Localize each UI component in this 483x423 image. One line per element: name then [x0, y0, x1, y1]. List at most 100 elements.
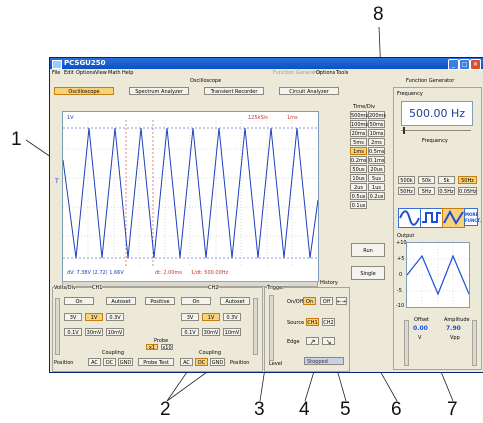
fg-range-500k[interactable]: 500k — [398, 176, 415, 184]
menu-options-right[interactable]: Options — [316, 69, 335, 77]
timebase-0.1ms[interactable]: 0.1ms — [368, 156, 385, 164]
ch1-volt-1v[interactable]: 1V — [85, 313, 103, 321]
timebase-label: Time/Div — [353, 104, 376, 110]
timebase-0.5ms[interactable]: 0.5ms — [368, 147, 385, 155]
timebase-1ms[interactable]: 1ms — [350, 147, 367, 155]
fg-axis-minus5: -5 — [397, 288, 402, 294]
ch2-on-button[interactable]: On — [181, 297, 211, 305]
coupling-ch1-label: Coupling — [102, 350, 125, 356]
run-button[interactable]: Run — [351, 243, 385, 257]
tab-circuit-analyzer[interactable]: Circuit Analyzer — [279, 87, 339, 95]
fg-range-50k[interactable]: 50k — [418, 176, 435, 184]
fg-range-0.05hz[interactable]: 0.05Hz — [458, 187, 477, 195]
menu-options[interactable]: Options — [76, 69, 95, 77]
ch1-autoset-button[interactable]: Autoset — [106, 297, 136, 305]
square-wave-icon[interactable] — [420, 208, 443, 228]
ch1-on-button[interactable]: On — [64, 297, 94, 305]
trigger-step-button[interactable]: ⇤⇥ — [336, 297, 347, 305]
app-icon — [52, 60, 62, 69]
tab-transient-recorder[interactable]: Transient Recorder — [204, 87, 264, 95]
timebase-10ms[interactable]: 10ms — [368, 129, 385, 137]
ch1-coupling-ac[interactable]: AC — [88, 358, 101, 366]
ch2-volt-3v[interactable]: 3V — [181, 313, 199, 321]
timebase-0.2ms[interactable]: 0.2ms — [350, 156, 367, 164]
timebase-20us[interactable]: 20us — [368, 165, 385, 173]
ch1-position-slider[interactable] — [55, 298, 60, 355]
ch2-coupling-gnd[interactable]: GND — [210, 358, 225, 366]
fg-amplitude-slider[interactable] — [472, 320, 477, 366]
ch1-volt-10mv[interactable]: 10mV — [106, 328, 124, 336]
ch2-coupling-ac[interactable]: AC — [180, 358, 193, 366]
tab-spectrum-analyzer[interactable]: Spectrum Analyzer — [129, 87, 189, 95]
timebase-20ms[interactable]: 20ms — [350, 129, 367, 137]
fg-range-50hz-b[interactable]: 50Hz — [398, 187, 415, 195]
ch2-volt-0.1v[interactable]: 0.1V — [181, 328, 199, 336]
ch2-volt-30mv[interactable]: 30mV — [202, 328, 220, 336]
timebase-1us[interactable]: 1us — [368, 183, 385, 191]
timebase-100ms[interactable]: 100ms — [350, 120, 368, 128]
timebase-5us[interactable]: 5us — [368, 174, 385, 182]
menu-edit[interactable]: Edit — [64, 69, 74, 77]
trigger-source-ch2[interactable]: CH2 — [322, 318, 335, 326]
triangle-wave-icon[interactable] — [442, 208, 465, 228]
timebase-2us[interactable]: 2us — [350, 183, 367, 191]
ch1-volt-0.3v[interactable]: 0.3V — [106, 313, 124, 321]
fg-frequency-slider[interactable] — [401, 130, 471, 131]
ch2-volt-1v[interactable]: 1V — [202, 313, 220, 321]
fg-range-50hz[interactable]: 50Hz — [458, 176, 477, 184]
ch2-volt-0.3v[interactable]: 0.3V — [223, 313, 241, 321]
trigger-off-button[interactable]: Off — [320, 297, 333, 305]
fg-range-5hz[interactable]: 5Hz — [418, 187, 435, 195]
menu-math[interactable]: Math — [108, 69, 121, 77]
timebase-10us[interactable]: 10us — [350, 174, 367, 182]
sine-wave-icon[interactable] — [398, 208, 421, 228]
fg-frequency-slider-thumb[interactable] — [403, 127, 405, 134]
tab-oscilloscope[interactable]: Oscilloscope — [54, 87, 114, 95]
fg-axis-plus10: +10 — [396, 240, 407, 246]
single-button[interactable]: Single — [351, 266, 385, 280]
ch1-coupling-gnd[interactable]: GND — [118, 358, 133, 366]
menu-view[interactable]: View — [95, 69, 107, 77]
ch2-coupling-dc[interactable]: DC — [195, 358, 208, 366]
timebase-0.2us[interactable]: 0.2us — [368, 192, 385, 200]
ch2-autoset-button[interactable]: Autoset — [220, 297, 250, 305]
fg-frequency-display: 500.00 Hz — [401, 101, 473, 126]
menu-tools[interactable]: Tools — [336, 69, 348, 77]
menu-function-generator[interactable]: Function Generator — [273, 69, 321, 77]
menu-help[interactable]: Help — [122, 69, 133, 77]
fg-offset-value: 0.00 — [413, 325, 428, 332]
trigger-on-button[interactable]: On — [303, 297, 316, 305]
scope-dv-readout: dV: 7.38V (2.72) 1.66V — [67, 270, 124, 276]
positive-button[interactable]: Positive — [145, 297, 175, 305]
trigger-rising-edge-icon[interactable]: ↗ — [306, 337, 319, 346]
ch1-coupling-dc[interactable]: DC — [103, 358, 116, 366]
trigger-status: Stopped — [304, 357, 344, 365]
fg-range-0.5hz[interactable]: 0.5Hz — [438, 187, 455, 195]
timebase-2ms[interactable]: 2ms — [368, 138, 385, 146]
timebase-50us[interactable]: 50us — [350, 165, 367, 173]
fg-range-5k[interactable]: 5k — [438, 176, 455, 184]
ch1-volt-0.1v[interactable]: 0.1V — [64, 328, 82, 336]
window-title: PCSGU250 — [64, 59, 106, 67]
trigger-level-slider[interactable] — [269, 295, 274, 361]
fg-amplitude-value: 7.90 — [446, 325, 461, 332]
timebase-5ms[interactable]: 5ms — [350, 138, 367, 146]
probe-test-button[interactable]: Probe Test — [138, 358, 174, 366]
timebase-0.1us[interactable]: 0.1us — [350, 201, 367, 209]
ch2-position-slider[interactable] — [253, 298, 258, 355]
trigger-falling-edge-icon[interactable]: ↘ — [322, 337, 335, 346]
timebase-200ms[interactable]: 200ms — [368, 111, 386, 119]
more-functions-button[interactable]: MORE FUNCT. — [464, 208, 481, 226]
timebase-0.5us[interactable]: 0.5us — [350, 192, 367, 200]
fg-offset-slider[interactable] — [404, 320, 409, 366]
probe-ch1-button[interactable]: x1 — [146, 344, 158, 351]
trigger-source-ch1[interactable]: CH1 — [306, 318, 319, 326]
probe-ch2-button[interactable]: x10 — [161, 344, 173, 351]
menu-file[interactable]: File — [52, 69, 60, 77]
ch1-volt-30mv[interactable]: 30mV — [85, 328, 103, 336]
ch2-volt-10mv[interactable]: 10mV — [223, 328, 241, 336]
timebase-500ms[interactable]: 500ms — [350, 111, 368, 119]
timebase-50ms[interactable]: 50ms — [368, 120, 385, 128]
ch1-volt-3v[interactable]: 3V — [64, 313, 82, 321]
scope-display[interactable]: 1V 125kS/s 1ms dV: 7.38V (2.72) 1.66V dt… — [62, 111, 319, 282]
